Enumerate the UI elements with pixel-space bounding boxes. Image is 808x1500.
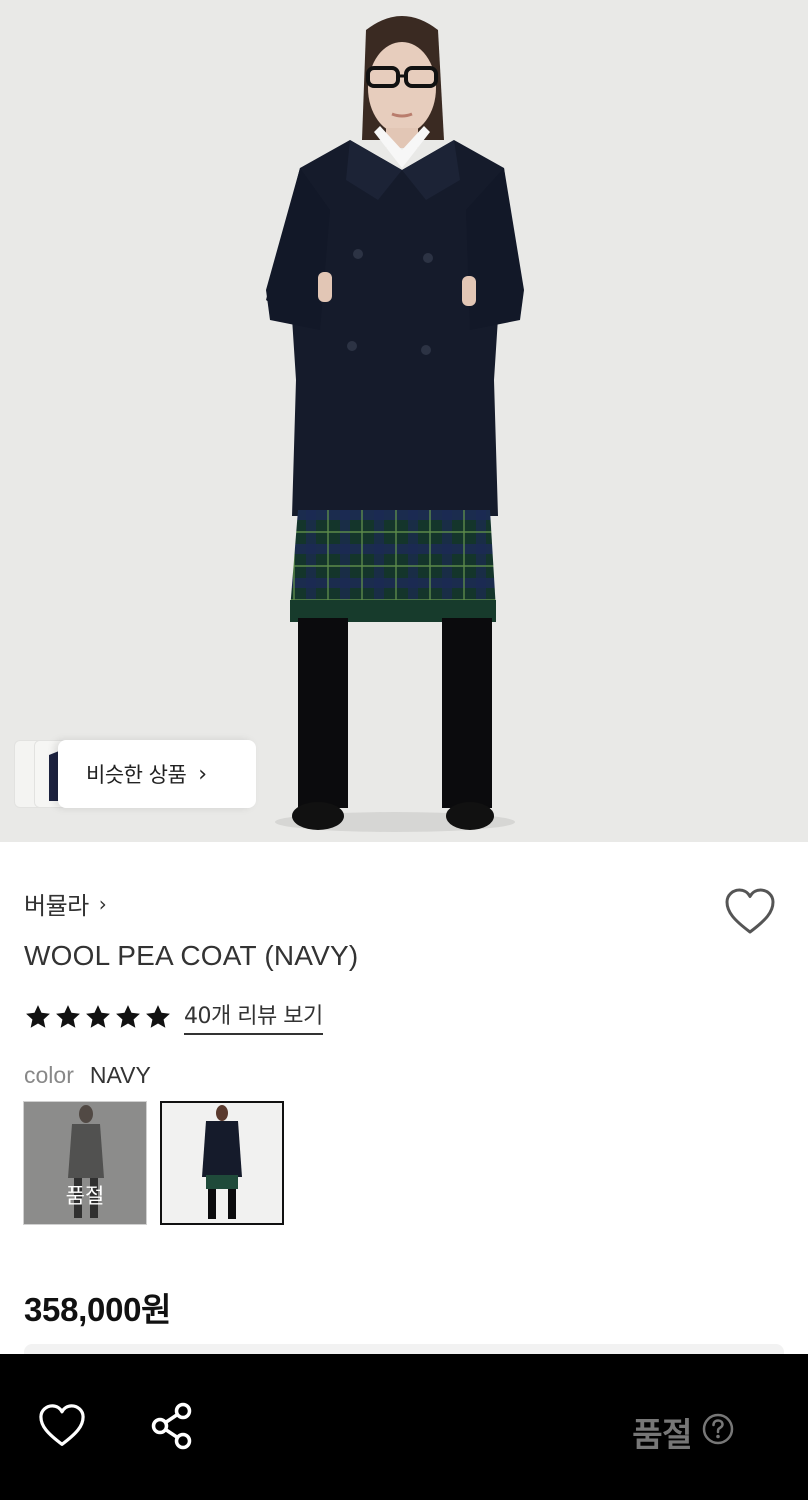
star-icon (116, 1004, 140, 1028)
help-button[interactable] (702, 1413, 734, 1445)
share-icon (151, 1402, 192, 1450)
star-icon (146, 1004, 170, 1028)
bottom-action-bar: 품절 (0, 1354, 808, 1500)
product-hero-image[interactable]: 비슷한 상품 › (0, 0, 808, 842)
color-label: color (24, 1062, 74, 1088)
color-swatch-navy[interactable] (160, 1101, 284, 1225)
similar-products-button[interactable]: 비슷한 상품 › (14, 740, 256, 808)
color-swatch-gray[interactable]: 품절 (23, 1101, 147, 1225)
star-rating (24, 1003, 174, 1031)
star-icon (86, 1004, 110, 1028)
sold-out-label: 품절 (65, 1184, 105, 1208)
rating-row: 40개 리뷰 보기 (24, 998, 323, 1035)
chevron-right-icon: › (98, 891, 107, 916)
similar-products-label: 비슷한 상품 (86, 763, 187, 787)
product-price: 358,000원 (24, 1291, 172, 1328)
swatch-thumbnail (162, 1103, 282, 1223)
similar-products-pill[interactable]: 비슷한 상품 › (58, 740, 256, 808)
share-button[interactable] (150, 1402, 194, 1450)
question-circle-icon (702, 1413, 734, 1445)
sold-out-status: 품절 (632, 1415, 692, 1454)
reviews-link[interactable]: 40개 리뷰 보기 (184, 998, 323, 1035)
brand-name: 버뮬라 (24, 892, 89, 920)
like-button[interactable] (38, 1404, 86, 1448)
product-title: WOOL PEA COAT (NAVY) (24, 940, 359, 971)
brand-link[interactable]: 버뮬라 › (24, 886, 107, 921)
star-icon (26, 1004, 50, 1028)
wishlist-heart-button[interactable] (724, 888, 776, 936)
chevron-right-icon: › (198, 761, 208, 787)
star-icon (56, 1004, 80, 1028)
heart-outline-icon (39, 1404, 85, 1446)
color-value: NAVY (89, 1062, 151, 1088)
heart-outline-icon (725, 888, 775, 934)
model-photo (0, 0, 808, 842)
color-row: color NAVY (24, 1062, 151, 1089)
